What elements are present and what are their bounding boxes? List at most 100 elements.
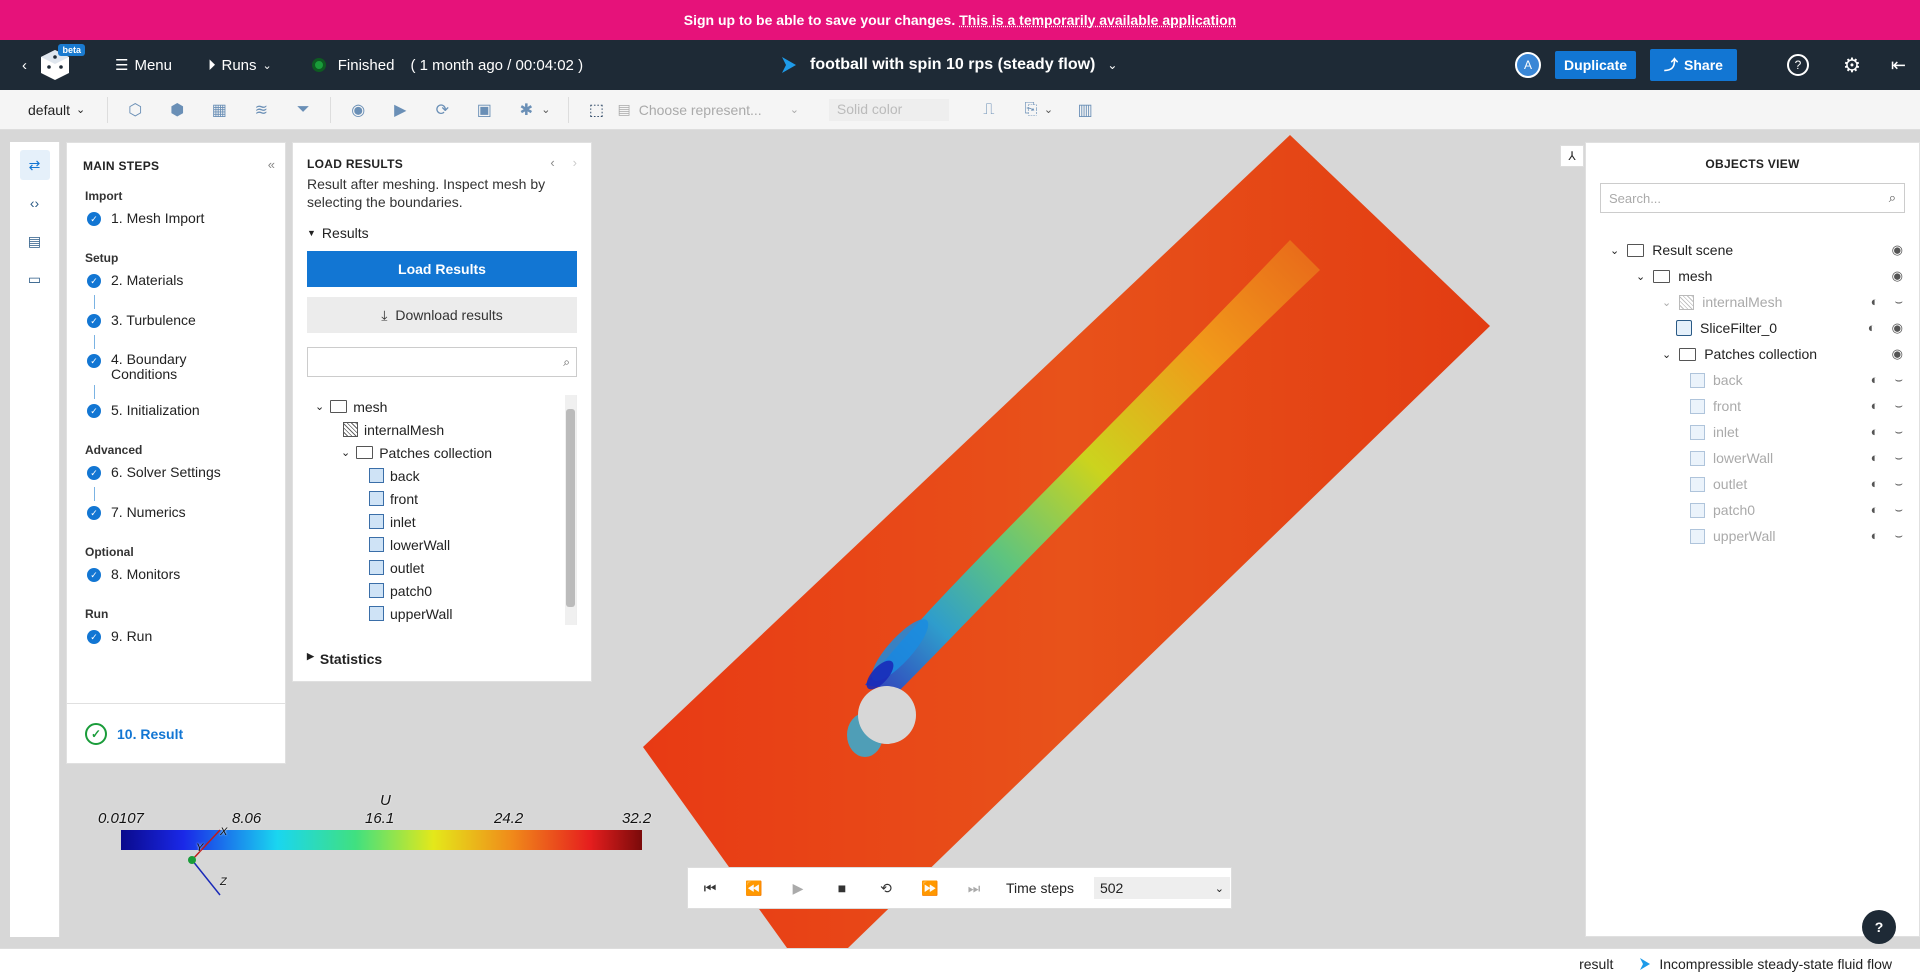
step-turbulence[interactable]: ✓ 3. Turbulence [67, 309, 285, 335]
eye-icon[interactable]: ◉ [1892, 268, 1903, 284]
measure-icon[interactable]: ⎘ [1021, 100, 1041, 120]
tree-search-input[interactable]: ⌕ [307, 347, 577, 377]
opacity-icon[interactable]: ◐ [1871, 398, 1879, 414]
duplicate-button[interactable]: Duplicate [1555, 51, 1637, 79]
user-avatar[interactable]: A [1515, 52, 1542, 78]
tree-item-patches-collection[interactable]: ⌄ Patches collection [307, 441, 576, 464]
opacity-icon[interactable]: ◐ [1871, 476, 1879, 492]
code-icon[interactable]: ‹› [20, 188, 50, 218]
ruler-icon[interactable]: ⎍ [979, 100, 999, 120]
grid-icon[interactable]: ▦ [209, 100, 229, 120]
loop-icon[interactable]: ⟲ [874, 880, 898, 897]
tree-item-internal-mesh[interactable]: ⌄ internalMesh ◐ ⌣ [1610, 289, 1919, 315]
reset-view-icon[interactable]: ⬚ [586, 100, 606, 120]
step-numerics[interactable]: ✓ 7. Numerics [67, 501, 285, 527]
view-preset-select[interactable]: default ⌄ [28, 102, 85, 118]
cube-wire-icon[interactable]: ⬢ [167, 100, 187, 120]
filter-icon[interactable]: ⏷ [293, 100, 313, 120]
opacity-icon[interactable]: ◐ [1871, 502, 1879, 518]
cube-front-icon[interactable]: ⬡ [125, 100, 145, 120]
step-initialization[interactable]: ✓ 5. Initialization [67, 399, 285, 425]
eye-closed-icon[interactable]: ⌣ [1894, 502, 1903, 518]
tree-item-patch[interactable]: outlet [307, 556, 576, 579]
workflow-icon[interactable]: ⇄ [19, 150, 50, 180]
gear-icon[interactable]: ⚙ [1843, 53, 1861, 78]
tree-item-patch[interactable]: front [307, 487, 576, 510]
panel-list-icon[interactable]: ▭ [20, 264, 50, 294]
tree-item-patch[interactable]: lowerWall ◐ ⌣ [1610, 445, 1919, 471]
opacity-icon[interactable]: ◐ [1871, 424, 1879, 440]
play-icon[interactable]: ▶ [786, 880, 810, 897]
color-select[interactable]: Solid color [828, 98, 949, 121]
panel-icon[interactable]: ▥ [1075, 100, 1095, 120]
app-logo[interactable]: beta [33, 44, 85, 84]
skip-first-icon[interactable]: ⏮ [698, 880, 722, 897]
prev-icon[interactable]: ‹ [550, 155, 554, 170]
tree-item-patch[interactable]: outlet ◐ ⌣ [1610, 471, 1919, 497]
camera-icon[interactable]: ▶ [390, 100, 410, 120]
eye-closed-icon[interactable]: ⌣ [1894, 294, 1903, 310]
load-results-button[interactable]: Load Results [307, 251, 577, 287]
tools-icon[interactable]: ✱ [516, 100, 536, 120]
tree-item-patch[interactable]: upperWall [307, 602, 576, 625]
tree-item-internal-mesh[interactable]: internalMesh [307, 418, 576, 441]
time-step-select[interactable]: 502 ⌄ [1093, 877, 1230, 899]
eye-view-icon[interactable]: ◉ [348, 100, 368, 120]
layers-icon[interactable]: ≋ [251, 100, 271, 120]
step-mesh-import[interactable]: ✓ 1. Mesh Import [67, 207, 285, 233]
tree-item-patch[interactable]: inlet ◐ ⌣ [1610, 419, 1919, 445]
eye-closed-icon[interactable]: ⌣ [1894, 476, 1903, 492]
stop-icon[interactable]: ■ [830, 880, 854, 896]
step-run[interactable]: ✓ 9. Run [67, 625, 285, 651]
opacity-icon[interactable]: ◐ [1871, 294, 1879, 310]
tree-item-patch[interactable]: back [307, 464, 576, 487]
tree-scrollbar[interactable] [565, 395, 576, 625]
help-chat-button[interactable]: ? [1862, 910, 1896, 944]
menu-button[interactable]: ☰ Menu [115, 56, 172, 75]
skip-last-icon[interactable]: ⏭ [962, 880, 986, 897]
results-section-toggle[interactable]: ▼ Results [307, 225, 577, 241]
chevron-down-icon[interactable]: ⌄ [541, 103, 550, 116]
tree-item-patch[interactable]: lowerWall [307, 533, 576, 556]
representation-select[interactable]: ▤ Choose represent... ⌄ [617, 101, 798, 118]
eye-closed-icon[interactable]: ⌣ [1894, 398, 1903, 414]
step-back-icon[interactable]: ⏪ [742, 880, 766, 897]
step-result[interactable]: ✓ 10. Result [67, 703, 285, 763]
project-title-area[interactable]: football with spin 10 rps (steady flow) … [780, 40, 1117, 90]
tree-item-patch[interactable]: front ◐ ⌣ [1610, 393, 1919, 419]
tree-item-patch[interactable]: back ◐ ⌣ [1610, 367, 1919, 393]
step-forward-icon[interactable]: ⏩ [918, 880, 942, 897]
runs-button[interactable]: ⏵ Runs ⌄ [208, 57, 272, 74]
tree-item-patch[interactable]: upperWall ◐ ⌣ [1610, 523, 1919, 549]
eye-icon[interactable]: ◉ [1892, 320, 1903, 336]
axes-toggle-icon[interactable]: ⅄ [1560, 145, 1584, 167]
step-solver-settings[interactable]: ✓ 6. Solver Settings [67, 461, 285, 487]
eye-closed-icon[interactable]: ⌣ [1894, 528, 1903, 544]
tree-item-patch[interactable]: patch0 [307, 579, 576, 602]
tree-item-patch[interactable]: inlet [307, 510, 576, 533]
scroll-thumb[interactable] [566, 409, 575, 607]
eye-icon[interactable]: ◉ [1892, 346, 1903, 362]
statistics-toggle[interactable]: ▶ Statistics [307, 651, 382, 667]
next-icon[interactable]: › [573, 155, 577, 170]
banner-link[interactable]: This is a temporarily available applicat… [959, 12, 1236, 28]
share-button[interactable]: ⤴ Share [1650, 49, 1737, 81]
step-monitors[interactable]: ✓ 8. Monitors [67, 563, 285, 589]
opacity-icon[interactable]: ◐ [1868, 320, 1876, 336]
logout-icon[interactable]: ⇤ [1891, 55, 1906, 76]
tree-item-patch[interactable]: patch0 ◐ ⌣ [1610, 497, 1919, 523]
eye-closed-icon[interactable]: ⌣ [1894, 372, 1903, 388]
step-boundary-conditions[interactable]: ✓ 4. Boundary Conditions [67, 349, 285, 385]
tree-item-patches-collection[interactable]: ⌄ Patches collection ◉ [1610, 341, 1919, 367]
download-results-button[interactable]: ⤓ Download results [307, 297, 577, 333]
rotate-icon[interactable]: ⟳ [432, 100, 452, 120]
eye-closed-icon[interactable]: ⌣ [1894, 424, 1903, 440]
step-materials[interactable]: ✓ 2. Materials [67, 269, 285, 295]
chevron-down-icon[interactable]: ⌄ [1044, 103, 1053, 116]
tree-item-mesh[interactable]: ⌄ mesh ◉ [1610, 263, 1919, 289]
collapse-icon[interactable]: « [268, 157, 275, 172]
eye-closed-icon[interactable]: ⌣ [1894, 450, 1903, 466]
opacity-icon[interactable]: ◐ [1871, 528, 1879, 544]
server-icon[interactable]: ▤ [20, 226, 50, 256]
eye-icon[interactable]: ◉ [1892, 242, 1903, 258]
